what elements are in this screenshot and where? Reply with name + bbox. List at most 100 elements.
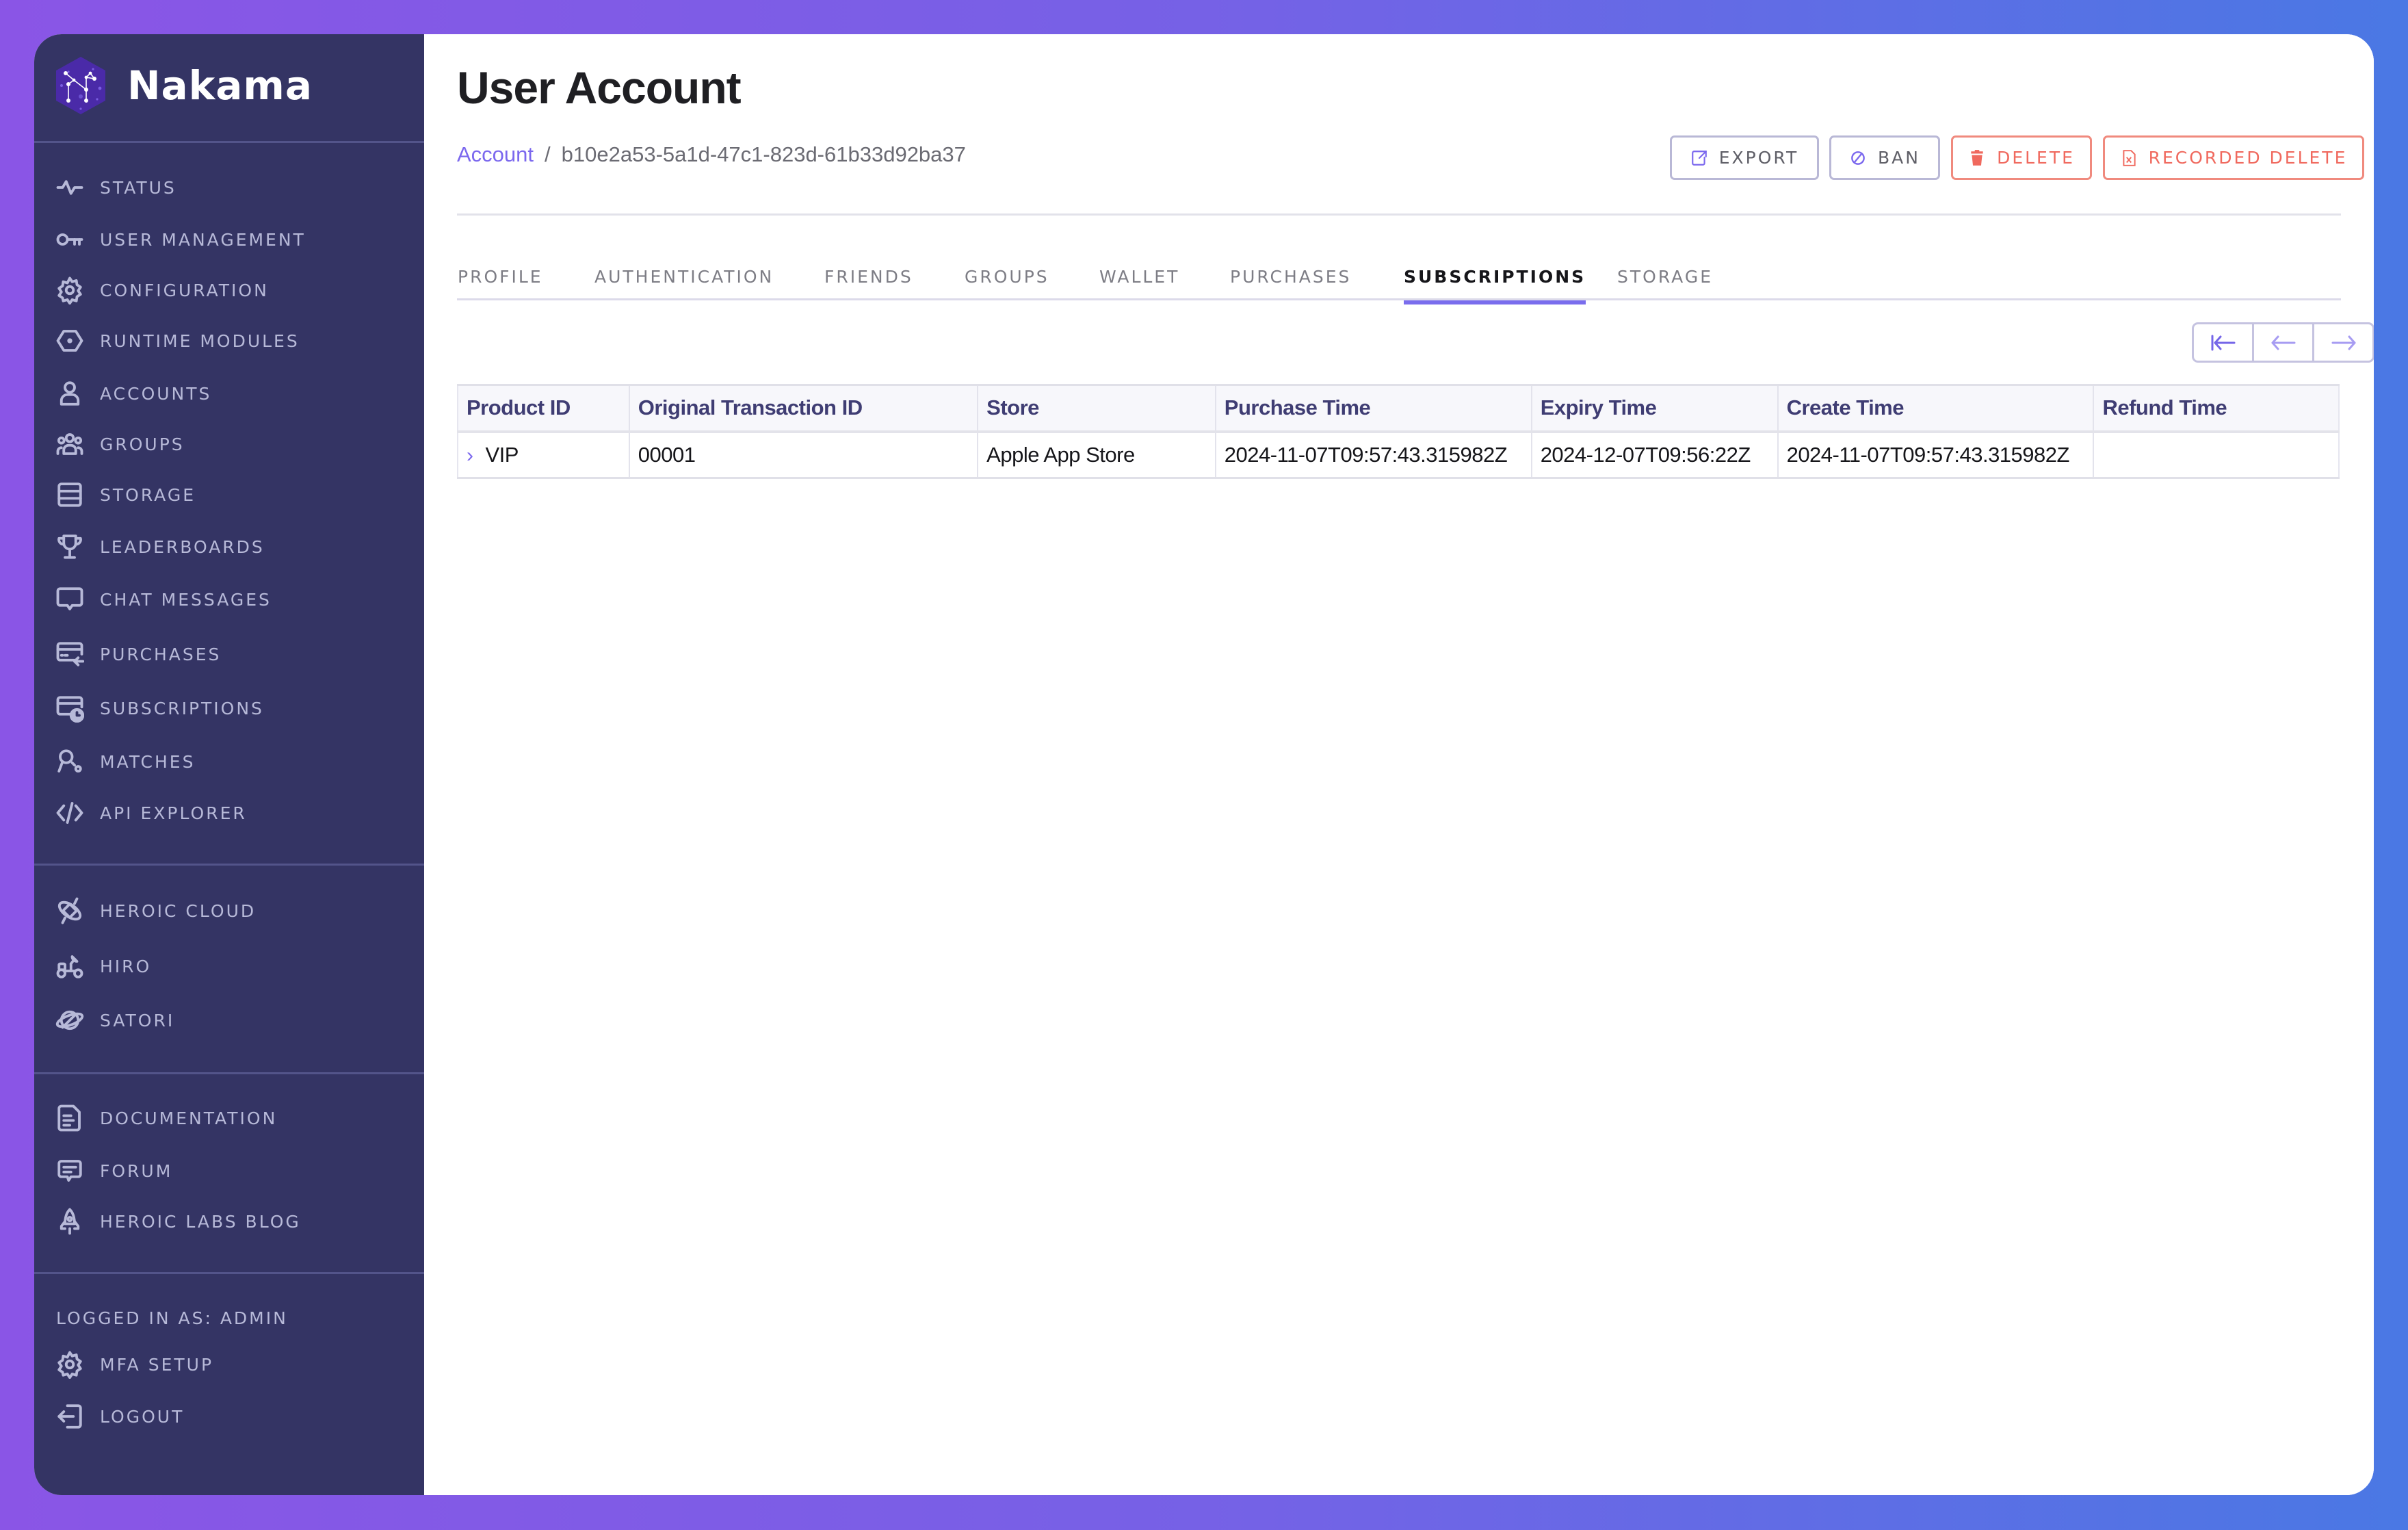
sidebar-item-forum[interactable]: FORUM [55,1150,410,1191]
user-icon [55,378,85,409]
sidebar-item-groups[interactable]: GROUPS [55,424,410,465]
previous-page-button[interactable] [2254,324,2314,361]
recorded-delete-button[interactable]: RECORDED DELETE [2103,135,2364,180]
header-divider [457,213,2341,216]
sidebar-item-subscriptions[interactable]: SUBSCRIPTIONS [55,688,410,729]
main-content: User Account Account / b10e2a53-5a1d-47c… [424,34,2374,1495]
table-row[interactable]: › VIP 00001 Apple App Store 2024-11-07T09… [458,431,2339,478]
sidebar-item-label: DOCUMENTATION [100,1108,278,1128]
sidebar-item-leaderboards[interactable]: LEADERBOARDS [55,526,410,567]
sidebar-item-mfa-setup[interactable]: MFA SETUP [55,1344,410,1385]
document-icon [55,1103,85,1133]
cell-purchase-time: 2024-11-07T09:57:43.315982Z [1215,431,1532,478]
sidebar-item-label: API EXPLORER [100,803,247,823]
sidebar-item-documentation[interactable]: DOCUMENTATION [55,1098,410,1139]
sidebar-item-label: USER MANAGEMENT [100,229,306,250]
sidebar-item-satori[interactable]: SATORI [55,1000,410,1041]
sidebar-item-label: STATUS [100,177,176,198]
sidebar-item-label: SUBSCRIPTIONS [100,698,264,718]
hexagon-icon [55,326,85,356]
cell-original-transaction-id: 00001 [629,431,979,478]
pulse-icon [55,172,85,203]
next-page-icon [2331,335,2355,350]
external-link-icon [1691,150,1707,166]
export-button[interactable]: EXPORT [1670,135,1819,180]
subscriptions-table: Product ID Original Transaction ID Store… [457,384,2340,479]
sidebar-item-label: PURCHASES [100,644,222,664]
forum-icon [55,1156,85,1186]
sidebar-divider [34,1072,424,1074]
product-id-value: VIP [485,442,519,467]
sidebar-divider [34,1272,424,1274]
tab-friends[interactable]: FRIENDS [824,246,913,300]
logo[interactable]: Nakama [55,55,313,116]
group-icon [55,429,85,459]
ping-pong-icon [55,747,85,777]
rover-icon [55,951,85,981]
tab-groups[interactable]: GROUPS [965,246,1049,300]
code-icon [55,798,85,828]
breadcrumb-current-user-id: b10e2a53-5a1d-47c1-823d-61b33d92ba37 [561,142,966,166]
ban-button-label: BAN [1878,148,1920,168]
next-page-button[interactable] [2314,324,2372,361]
account-tabs: PROFILE AUTHENTICATION FRIENDS GROUPS WA… [457,246,2341,304]
ban-button[interactable]: BAN [1829,135,1940,180]
column-header-create-time[interactable]: Create Time [1777,385,2095,433]
sidebar-item-user-management[interactable]: USER MANAGEMENT [55,219,410,260]
sidebar-item-label: FORUM [100,1161,173,1181]
delete-button[interactable]: DELETE [1951,135,2092,180]
sidebar-item-configuration[interactable]: CONFIGURATION [55,270,410,311]
sidebar-item-label: GROUPS [100,434,185,454]
sidebar-item-matches[interactable]: MATCHES [55,741,410,782]
sidebar-item-label: HEROIC CLOUD [100,900,257,921]
sidebar-divider [34,141,424,143]
planet-rocket-icon [55,1005,85,1035]
satellite-icon [55,896,85,926]
sidebar-item-chat-messages[interactable]: CHAT MESSAGES [55,579,410,620]
breadcrumb-separator: / [545,142,551,166]
column-header-purchase-time[interactable]: Purchase Time [1215,385,1532,433]
breadcrumb-account-link[interactable]: Account [457,142,534,167]
sidebar-item-accounts[interactable]: ACCOUNTS [55,373,410,414]
sidebar-item-hiro[interactable]: HIRO [55,946,410,987]
trophy-icon [55,532,85,562]
column-header-store[interactable]: Store [978,385,1216,433]
column-header-expiry-time[interactable]: Expiry Time [1531,385,1779,433]
tab-purchases[interactable]: PURCHASES [1230,246,1351,300]
cell-product-id: › VIP [458,431,630,478]
sidebar-item-logout[interactable]: LOGOUT [55,1396,410,1437]
sidebar-item-heroic-labs-blog[interactable]: HEROIC LABS BLOG [55,1201,410,1242]
sidebar-item-heroic-cloud[interactable]: HEROIC CLOUD [55,890,410,931]
cell-create-time: 2024-11-07T09:57:43.315982Z [1777,431,2095,478]
gear-icon [55,1349,85,1379]
sidebar-item-label: LOGOUT [100,1406,185,1427]
cell-store: Apple App Store [978,431,1216,478]
sidebar-item-status[interactable]: STATUS [55,167,410,208]
column-header-product-id[interactable]: Product ID [458,385,630,433]
logged-in-as-label: LOGGED IN AS: ADMIN [56,1308,288,1328]
tab-profile[interactable]: PROFILE [458,246,543,300]
gear-icon [55,275,85,305]
sidebar-item-purchases[interactable]: PURCHASES [55,634,410,675]
column-header-refund-time[interactable]: Refund Time [2093,385,2339,433]
sidebar-item-label: RUNTIME MODULES [100,330,300,351]
sidebar-item-label: HEROIC LABS BLOG [100,1211,301,1232]
tab-storage[interactable]: STORAGE [1617,246,1713,300]
first-page-button[interactable] [2194,324,2254,361]
file-x-icon [2123,149,2136,166]
sidebar-item-label: STORAGE [100,484,196,505]
tab-subscriptions[interactable]: SUBSCRIPTIONS [1404,246,1586,304]
expand-row-chevron-icon[interactable]: › [467,444,473,467]
key-icon [55,224,85,255]
sidebar-item-label: CONFIGURATION [100,280,269,300]
sidebar-item-runtime-modules[interactable]: RUNTIME MODULES [55,320,410,361]
sidebar-item-api-explorer[interactable]: API EXPLORER [55,792,410,833]
sidebar-item-storage[interactable]: STORAGE [55,474,410,515]
tab-wallet[interactable]: WALLET [1099,246,1179,300]
ban-icon [1851,151,1865,165]
card-clock-icon [55,693,85,723]
column-header-original-transaction-id[interactable]: Original Transaction ID [629,385,979,433]
logout-icon [55,1401,85,1431]
tab-authentication[interactable]: AUTHENTICATION [594,246,774,300]
delete-button-label: DELETE [1997,148,2075,168]
